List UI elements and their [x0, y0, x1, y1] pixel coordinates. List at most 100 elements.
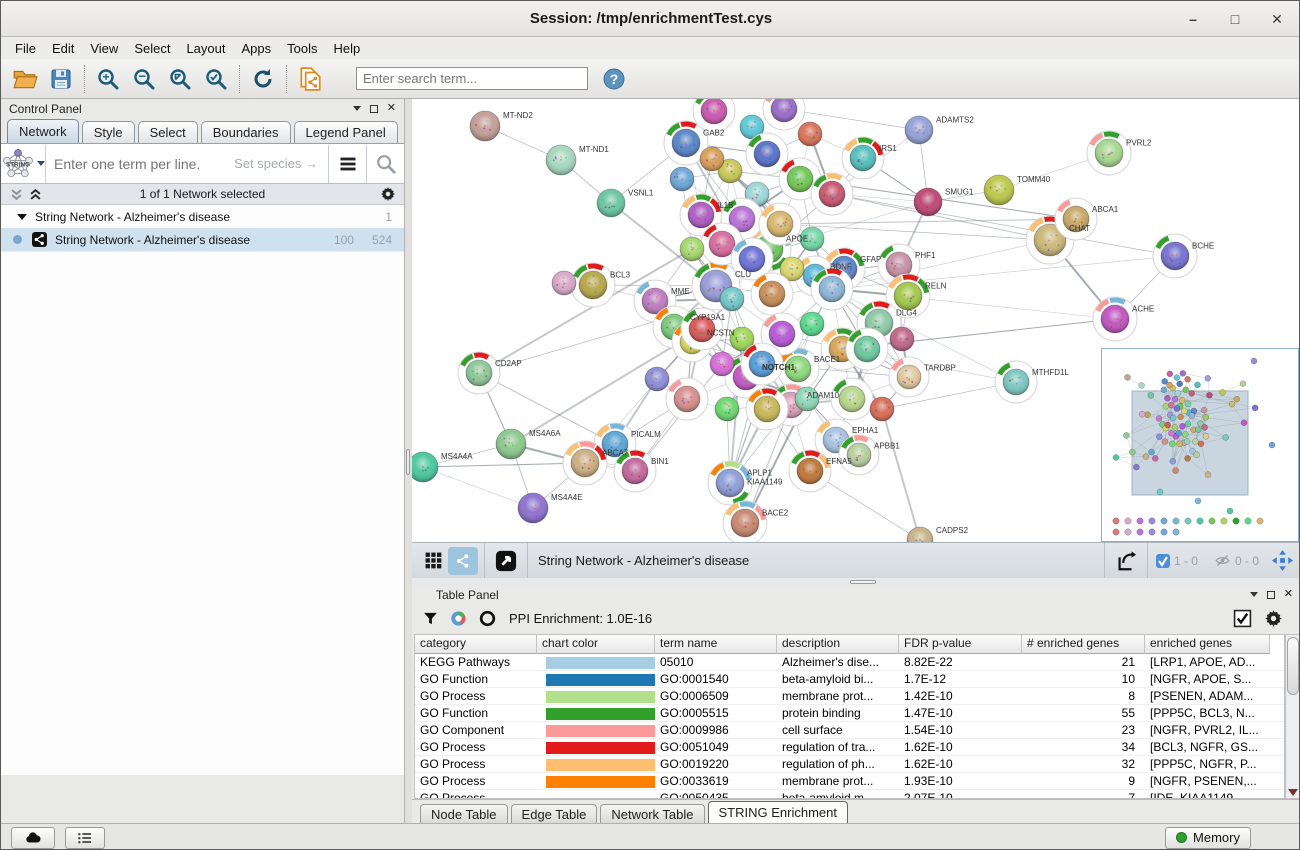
- zoom-fit-button[interactable]: [162, 62, 198, 96]
- scroll-down-arrow[interactable]: [1288, 789, 1298, 796]
- tab-boundaries[interactable]: Boundaries: [201, 121, 291, 143]
- table-panel-close-icon[interactable]: ✕: [1284, 589, 1293, 600]
- panel-close-icon[interactable]: ✕: [387, 103, 396, 114]
- column-header-5[interactable]: # enriched genes: [1022, 635, 1145, 654]
- chart-icon[interactable]: [449, 609, 468, 628]
- zoom-out-button[interactable]: −: [126, 62, 162, 96]
- open-session-button[interactable]: [7, 62, 43, 96]
- selected-check-icon: [1156, 554, 1170, 568]
- panel-float-icon[interactable]: [370, 105, 378, 113]
- select-all-checkbox-icon[interactable]: [1233, 609, 1252, 628]
- help-button[interactable]: [602, 67, 626, 91]
- table-row[interactable]: GO ProcessGO:0019220regulation of ph...1…: [415, 756, 1284, 773]
- current-network-dot-icon: [13, 235, 22, 244]
- tab-network-table[interactable]: Network Table: [600, 804, 704, 823]
- menu-item-view[interactable]: View: [82, 39, 126, 58]
- table-cell: [537, 739, 655, 755]
- table-cell: 1.54E-10: [899, 722, 1022, 738]
- zoom-selected-button[interactable]: [198, 62, 234, 96]
- menu-item-edit[interactable]: Edit: [44, 39, 82, 58]
- menu-item-tools[interactable]: Tools: [279, 39, 325, 58]
- table-row[interactable]: GO ComponentGO:0009986cell surface1.54E-…: [415, 722, 1284, 739]
- column-header-2[interactable]: term name: [655, 635, 777, 654]
- task-history-button[interactable]: [65, 827, 105, 849]
- query-options-button[interactable]: [328, 145, 366, 183]
- column-header-0[interactable]: category: [415, 635, 537, 654]
- panel-splitter[interactable]: [405, 99, 412, 823]
- table-row[interactable]: GO FunctionGO:0005515protein binding1.47…: [415, 705, 1284, 722]
- filter-icon[interactable]: [422, 610, 439, 627]
- tree-expand-icon[interactable]: [17, 214, 27, 220]
- svg-text:PHF1: PHF1: [915, 251, 936, 260]
- zoom-in-button[interactable]: +: [90, 62, 126, 96]
- cloud-tasks-button[interactable]: [11, 827, 55, 849]
- table-settings-gear-icon[interactable]: [1264, 609, 1283, 628]
- birds-eye-navigator[interactable]: [1101, 348, 1299, 542]
- network-row[interactable]: String Network - Alzheimer's disease 100…: [1, 228, 404, 251]
- ring-chart-icon[interactable]: [478, 609, 497, 628]
- menu-item-select[interactable]: Select: [126, 39, 178, 58]
- export-network-button[interactable]: [1111, 547, 1141, 575]
- navigator-toggle-button[interactable]: [1267, 547, 1297, 575]
- chart-color-swatch: [546, 759, 655, 771]
- menu-item-file[interactable]: File: [7, 39, 44, 58]
- column-header-4[interactable]: FDR p-value: [899, 635, 1022, 654]
- tab-edge-table[interactable]: Edge Table: [511, 804, 598, 823]
- table-cell: 8: [1022, 688, 1145, 704]
- scrollbar-thumb[interactable]: [1287, 637, 1299, 695]
- string-query-row: Set species →: [1, 144, 404, 184]
- network-canvas[interactable]: MT-ND2MT-ND1VSNL1GAB2ADAMTS2PVRL2TOMM40S…: [412, 99, 1300, 542]
- maximize-button[interactable]: □: [1221, 7, 1249, 31]
- table-cell: [537, 671, 655, 687]
- column-header-6[interactable]: enriched genes: [1145, 635, 1270, 654]
- menu-item-apps[interactable]: Apps: [234, 39, 280, 58]
- tab-network[interactable]: Network: [7, 119, 79, 143]
- table-scrollbar[interactable]: [1285, 634, 1300, 799]
- svg-text:KIAA1149: KIAA1149: [747, 477, 783, 486]
- table-panel-float-icon[interactable]: [1267, 591, 1275, 599]
- table-splitter-grip[interactable]: [850, 580, 876, 584]
- close-button[interactable]: ✕: [1263, 7, 1291, 31]
- table-row[interactable]: KEGG Pathways05010Alzheimer's dise...8.8…: [415, 654, 1284, 671]
- tab-legend-panel[interactable]: Legend Panel: [294, 121, 398, 143]
- query-search-button[interactable]: [366, 145, 404, 183]
- table-cell: [NGFR, PSENEN,...: [1145, 773, 1270, 789]
- network-collection-row[interactable]: String Network - Alzheimer's disease 1: [1, 205, 404, 228]
- svg-text:BCHE: BCHE: [1192, 241, 1214, 250]
- network-options-gear-icon[interactable]: [380, 186, 396, 202]
- string-query-input[interactable]: [54, 156, 320, 172]
- tab-style[interactable]: Style: [82, 121, 135, 143]
- search-input[interactable]: [356, 67, 588, 90]
- column-header-1[interactable]: chart color: [537, 635, 655, 654]
- panel-menu-icon[interactable]: [353, 106, 361, 111]
- menu-item-layout[interactable]: Layout: [178, 39, 233, 58]
- table-row[interactable]: GO ProcessGO:0050435beta-amyloid m...2.0…: [415, 790, 1284, 799]
- table-row[interactable]: GO FunctionGO:0001540beta-amyloid bi...1…: [415, 671, 1284, 688]
- memory-button[interactable]: Memory: [1165, 827, 1251, 849]
- svg-text:APBB1: APBB1: [874, 441, 900, 450]
- table-splitter[interactable]: [412, 578, 1300, 586]
- menu-item-help[interactable]: Help: [326, 39, 369, 58]
- string-style-button[interactable]: [448, 547, 478, 575]
- minimize-button[interactable]: –: [1179, 7, 1207, 31]
- table-cell: 1.93E-10: [899, 773, 1022, 789]
- table-panel-menu-icon[interactable]: [1250, 592, 1258, 597]
- network-from-file-button[interactable]: [292, 62, 328, 96]
- table-cell: GO:0050435: [655, 790, 777, 799]
- table-cell: [537, 705, 655, 721]
- table-row[interactable]: GO ProcessGO:0051049regulation of tra...…: [415, 739, 1284, 756]
- tab-select[interactable]: Select: [138, 121, 198, 143]
- column-header-3[interactable]: description: [777, 635, 899, 654]
- svg-text:BACE1: BACE1: [814, 355, 841, 364]
- string-protein-query-selector[interactable]: [1, 145, 45, 183]
- save-session-button[interactable]: [43, 62, 79, 96]
- svg-text:−: −: [138, 68, 146, 83]
- splitter-grip[interactable]: [406, 449, 410, 475]
- grid-view-button[interactable]: [418, 547, 448, 575]
- table-row[interactable]: GO ProcessGO:0033619membrane prot...1.93…: [415, 773, 1284, 790]
- open-in-new-button[interactable]: [491, 547, 521, 575]
- tab-string-enrichment[interactable]: STRING Enrichment: [708, 801, 848, 823]
- table-row[interactable]: GO ProcessGO:0006509membrane prot...1.42…: [415, 688, 1284, 705]
- tab-node-table[interactable]: Node Table: [420, 804, 508, 823]
- refresh-button[interactable]: [245, 62, 281, 96]
